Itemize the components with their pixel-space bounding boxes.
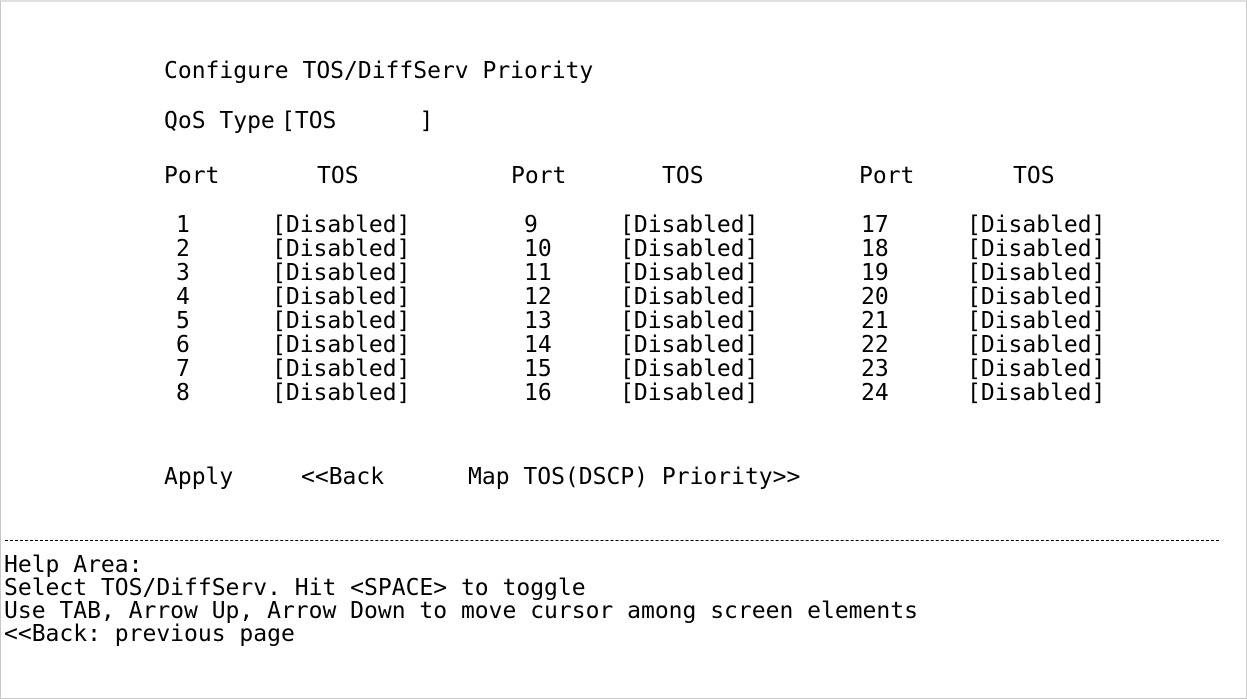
port-number: 13 xyxy=(524,308,552,334)
port-number: 16 xyxy=(524,380,552,406)
port-number: 19 xyxy=(861,260,889,286)
help-title: Help Area: xyxy=(4,552,143,578)
tos-toggle-port-9[interactable]: [Disabled] xyxy=(620,212,758,238)
tos-toggle-port-2[interactable]: [Disabled] xyxy=(272,236,410,262)
tos-toggle-port-14[interactable]: [Disabled] xyxy=(620,332,758,358)
port-number: 2 xyxy=(176,236,190,262)
port-number: 14 xyxy=(524,332,552,358)
port-number: 5 xyxy=(176,308,190,334)
port-number: 9 xyxy=(524,212,538,238)
tos-toggle-port-13[interactable]: [Disabled] xyxy=(620,308,758,334)
qos-type-field[interactable]: [TOS ] xyxy=(281,109,433,133)
port-number: 4 xyxy=(176,284,190,310)
port-number: 7 xyxy=(176,356,190,382)
tos-toggle-port-6[interactable]: [Disabled] xyxy=(272,332,410,358)
port-number: 6 xyxy=(176,332,190,358)
help-line: Select TOS/DiffServ. Hit <SPACE> to togg… xyxy=(4,575,586,601)
tos-toggle-port-24[interactable]: [Disabled] xyxy=(967,380,1105,406)
tos-toggle-port-8[interactable]: [Disabled] xyxy=(272,380,410,406)
port-number: 11 xyxy=(524,260,552,286)
port-number: 12 xyxy=(524,284,552,310)
header-tos-2: TOS xyxy=(662,163,704,189)
page-title: Configure TOS/DiffServ Priority xyxy=(164,58,594,84)
tos-toggle-port-16[interactable]: [Disabled] xyxy=(620,380,758,406)
port-number: 10 xyxy=(524,236,552,262)
tos-toggle-port-3[interactable]: [Disabled] xyxy=(272,260,410,286)
help-line: <<Back: previous page xyxy=(4,621,295,647)
port-number: 8 xyxy=(176,380,190,406)
terminal-screen: Configure TOS/DiffServ Priority QoS Type… xyxy=(0,0,1247,699)
map-tos-priority-button[interactable]: Map TOS(DSCP) Priority>> xyxy=(468,465,800,489)
port-number: 23 xyxy=(861,356,889,382)
port-tos-table: 1 [Disabled] 2 [Disabled] 3 [Disabled] 4 [Disab… xyxy=(1,212,1241,412)
header-tos-1: TOS xyxy=(317,163,359,189)
tos-toggle-port-5[interactable]: [Disabled] xyxy=(272,308,410,334)
port-number: 17 xyxy=(861,212,889,238)
port-number: 1 xyxy=(176,212,190,238)
tos-toggle-port-7[interactable]: [Disabled] xyxy=(272,356,410,382)
tos-toggle-port-22[interactable]: [Disabled] xyxy=(967,332,1105,358)
port-number: 22 xyxy=(861,332,889,358)
tos-toggle-port-21[interactable]: [Disabled] xyxy=(967,308,1105,334)
port-number: 15 xyxy=(524,356,552,382)
apply-button[interactable]: Apply xyxy=(164,465,233,489)
port-number: 20 xyxy=(861,284,889,310)
port-number: 3 xyxy=(176,260,190,286)
tos-toggle-port-19[interactable]: [Disabled] xyxy=(967,260,1105,286)
port-number: 21 xyxy=(861,308,889,334)
tos-toggle-port-15[interactable]: [Disabled] xyxy=(620,356,758,382)
tos-toggle-port-10[interactable]: [Disabled] xyxy=(620,236,758,262)
qos-type-label: QoS Type xyxy=(164,108,275,134)
tos-toggle-port-17[interactable]: [Disabled] xyxy=(967,212,1105,238)
help-separator xyxy=(5,540,1219,541)
tos-toggle-port-12[interactable]: [Disabled] xyxy=(620,284,758,310)
header-tos-3: TOS xyxy=(1013,163,1055,189)
tos-toggle-port-20[interactable]: [Disabled] xyxy=(967,284,1105,310)
tos-toggle-port-4[interactable]: [Disabled] xyxy=(272,284,410,310)
header-port-2: Port xyxy=(511,163,567,189)
tos-toggle-port-18[interactable]: [Disabled] xyxy=(967,236,1105,262)
tos-toggle-port-1[interactable]: [Disabled] xyxy=(272,212,410,238)
header-port-1: Port xyxy=(164,163,220,189)
header-port-3: Port xyxy=(859,163,915,189)
back-button[interactable]: <<Back xyxy=(301,465,384,489)
port-number: 24 xyxy=(861,380,889,406)
port-number: 18 xyxy=(861,236,889,262)
tos-toggle-port-23[interactable]: [Disabled] xyxy=(967,356,1105,382)
help-line: Use TAB, Arrow Up, Arrow Down to move cu… xyxy=(4,598,918,624)
tos-toggle-port-11[interactable]: [Disabled] xyxy=(620,260,758,286)
